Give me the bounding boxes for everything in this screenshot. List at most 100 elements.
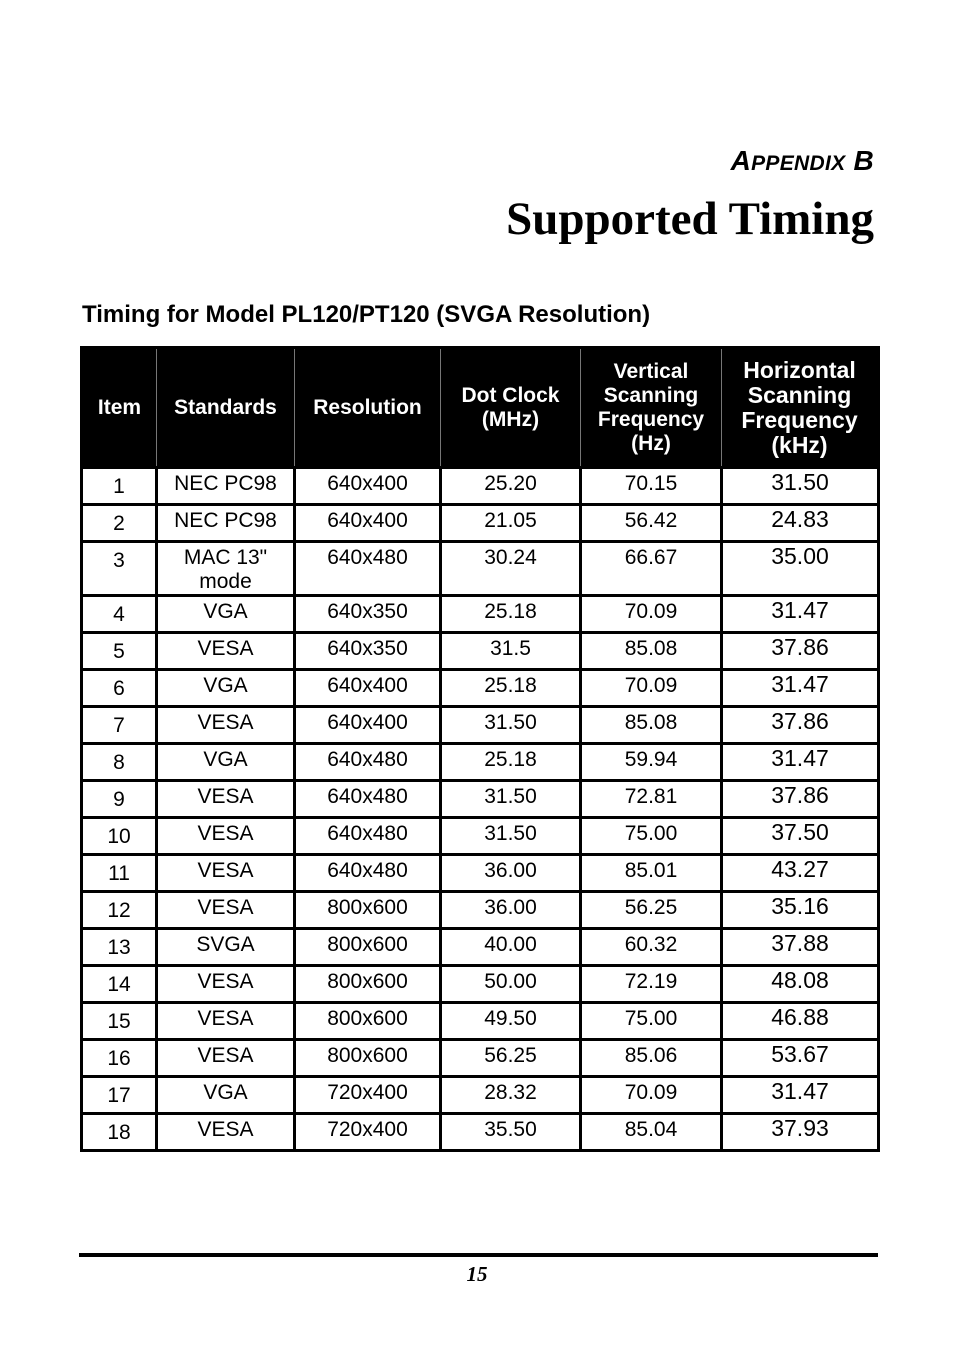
cell-horizontal-frequency: 48.08 — [720, 964, 880, 1004]
table-row: 18 VESA 720x400 35.50 85.04 37.93 — [80, 1112, 880, 1152]
cell-vertical-frequency: 75.00 — [579, 1001, 723, 1041]
header-dot-clock-line1: Dot Clock — [461, 383, 560, 407]
cell-item: 9 — [80, 779, 158, 819]
cell-vertical-frequency: 85.01 — [579, 853, 723, 893]
cell-item: 3 — [80, 540, 158, 597]
cell-resolution: 640x400 — [293, 503, 442, 543]
cell-item: 7 — [80, 705, 158, 745]
header-hfreq-line4: (kHz) — [771, 431, 828, 458]
cell-horizontal-frequency: 37.86 — [720, 705, 880, 745]
cell-vertical-frequency: 85.04 — [579, 1112, 723, 1152]
table-row: 5 VESA 640x350 31.5 85.08 37.86 — [80, 631, 880, 671]
cell-standard: VESA — [155, 779, 296, 819]
cell-dot-clock: 40.00 — [439, 927, 582, 967]
cell-standard: SVGA — [155, 927, 296, 967]
cell-resolution: 720x400 — [293, 1075, 442, 1115]
cell-vertical-frequency: 56.42 — [579, 503, 723, 543]
cell-dot-clock: 50.00 — [439, 964, 582, 1004]
table-row: 6 VGA 640x400 25.18 70.09 31.47 — [80, 668, 880, 708]
table-row: 7 VESA 640x400 31.50 85.08 37.86 — [80, 705, 880, 745]
cell-vertical-frequency: 70.09 — [579, 594, 723, 634]
cell-standard-line1: VESA — [197, 1007, 254, 1030]
table-row: 17 VGA 720x400 28.32 70.09 31.47 — [80, 1075, 880, 1115]
cell-resolution: 720x400 — [293, 1112, 442, 1152]
cell-standard: VESA — [155, 853, 296, 893]
header-hfreq-line3: Frequency — [741, 406, 858, 433]
cell-standard: VESA — [155, 964, 296, 1004]
cell-standard: VGA — [155, 594, 296, 634]
cell-dot-clock: 25.18 — [439, 594, 582, 634]
cell-dot-clock: 31.50 — [439, 705, 582, 745]
cell-item: 14 — [80, 964, 158, 1004]
cell-horizontal-frequency: 53.67 — [720, 1038, 880, 1078]
cell-item: 4 — [80, 594, 158, 634]
cell-item: 8 — [80, 742, 158, 782]
cell-vertical-frequency: 72.19 — [579, 964, 723, 1004]
table-row: 1 NEC PC98 640x400 25.20 70.15 31.50 — [80, 466, 880, 506]
cell-item: 16 — [80, 1038, 158, 1078]
cell-standard: VGA — [155, 668, 296, 708]
cell-horizontal-frequency: 37.86 — [720, 631, 880, 671]
cell-standard-line1: VGA — [203, 674, 248, 697]
cell-vertical-frequency: 70.09 — [579, 668, 723, 708]
cell-standard: VESA — [155, 1038, 296, 1078]
cell-standard-line1: VESA — [197, 822, 254, 845]
cell-vertical-frequency: 75.00 — [579, 816, 723, 856]
cell-resolution: 640x350 — [293, 594, 442, 634]
cell-vertical-frequency: 70.09 — [579, 1075, 723, 1115]
cell-horizontal-frequency: 46.88 — [720, 1001, 880, 1041]
cell-vertical-frequency: 85.08 — [579, 631, 723, 671]
cell-item: 12 — [80, 890, 158, 930]
cell-standard-line1: VESA — [197, 896, 254, 919]
header-item: Item — [81, 347, 157, 468]
cell-item: 11 — [80, 853, 158, 893]
cell-standard-line1: VESA — [197, 785, 254, 808]
appendix-first-letter: A — [730, 145, 752, 176]
cell-dot-clock: 56.25 — [439, 1038, 582, 1078]
cell-dot-clock: 21.05 — [439, 503, 582, 543]
header-resolution: Resolution — [294, 347, 441, 468]
cell-standard: VGA — [155, 742, 296, 782]
table-row: 16 VESA 800x600 56.25 85.06 53.67 — [80, 1038, 880, 1078]
timing-table: Item Standards Resolution Dot Clock (MHz… — [80, 346, 880, 1152]
cell-resolution: 640x480 — [293, 816, 442, 856]
header-vfreq-line3: Frequency — [597, 407, 705, 431]
cell-standard-line1: NEC PC98 — [174, 472, 277, 495]
header-standards: Standards — [156, 347, 295, 468]
cell-dot-clock: 36.00 — [439, 890, 582, 930]
cell-horizontal-frequency: 31.47 — [720, 742, 880, 782]
cell-resolution: 800x600 — [293, 1001, 442, 1041]
cell-resolution: 640x480 — [293, 779, 442, 819]
cell-standard-line1: VESA — [197, 637, 254, 660]
footer-divider — [79, 1253, 878, 1257]
cell-standard-line1: VESA — [197, 1044, 254, 1067]
cell-vertical-frequency: 56.25 — [579, 890, 723, 930]
cell-horizontal-frequency: 43.27 — [720, 853, 880, 893]
cell-item: 2 — [80, 503, 158, 543]
cell-standard: VESA — [155, 631, 296, 671]
cell-vertical-frequency: 85.06 — [579, 1038, 723, 1078]
cell-resolution: 640x480 — [293, 540, 442, 597]
cell-standard-line1: VESA — [197, 711, 254, 734]
section-subtitle: Timing for Model PL120/PT120 (SVGA Resol… — [82, 301, 651, 328]
cell-horizontal-frequency: 35.16 — [720, 890, 880, 930]
cell-dot-clock: 36.00 — [439, 853, 582, 893]
cell-standard: NEC PC98 — [155, 503, 296, 543]
cell-standard-line1: VESA — [197, 1118, 254, 1141]
cell-item: 17 — [80, 1075, 158, 1115]
cell-vertical-frequency: 70.15 — [579, 466, 723, 506]
cell-dot-clock: 31.50 — [439, 779, 582, 819]
cell-horizontal-frequency: 37.88 — [720, 927, 880, 967]
cell-standard: VESA — [155, 705, 296, 745]
cell-horizontal-frequency: 37.93 — [720, 1112, 880, 1152]
header-vfreq-line1: Vertical — [613, 359, 689, 383]
cell-resolution: 800x600 — [293, 890, 442, 930]
cell-horizontal-frequency: 35.00 — [720, 540, 880, 597]
cell-standard: VESA — [155, 1112, 296, 1152]
cell-item: 1 — [80, 466, 158, 506]
cell-resolution: 640x480 — [293, 853, 442, 893]
cell-horizontal-frequency: 37.50 — [720, 816, 880, 856]
table-row: 14 VESA 800x600 50.00 72.19 48.08 — [80, 964, 880, 1004]
cell-standard: MAC 13" mode — [155, 540, 296, 597]
cell-standard: VESA — [155, 816, 296, 856]
